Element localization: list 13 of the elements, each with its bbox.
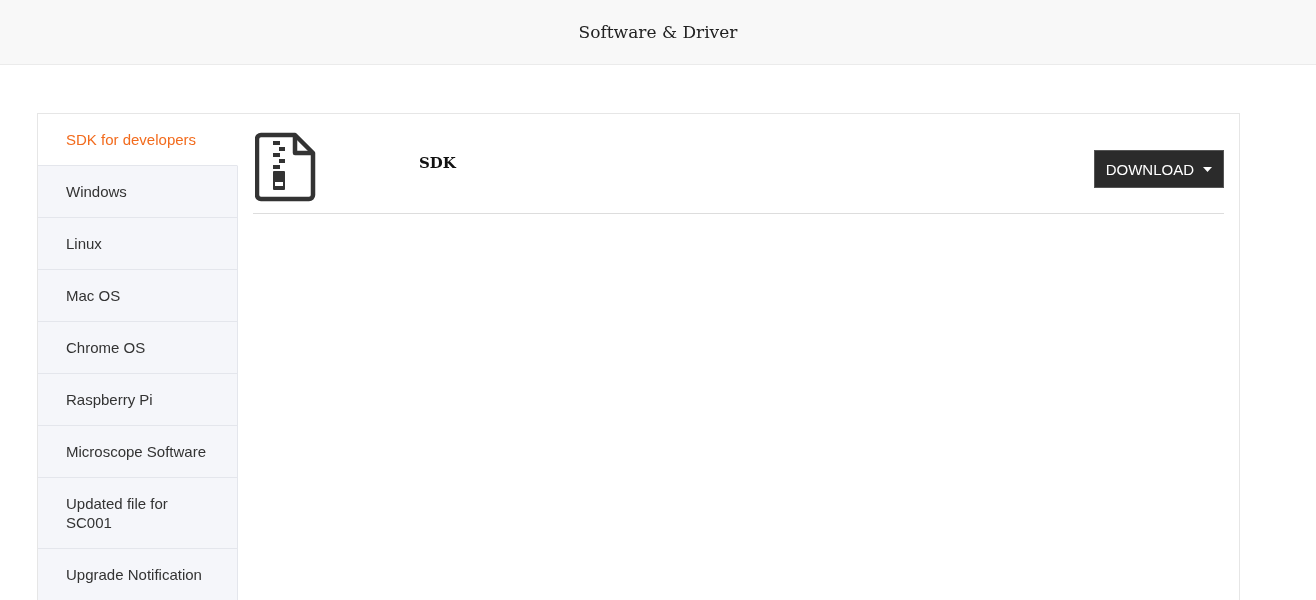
sidebar-item[interactable]: Windows: [38, 166, 238, 218]
sidebar-item[interactable]: Microscope Software: [38, 426, 238, 478]
sidebar-item[interactable]: Updated file for SC001: [38, 478, 238, 549]
sidebar-item[interactable]: Raspberry Pi: [38, 374, 238, 426]
sidebar-item[interactable]: Linux: [38, 218, 238, 270]
page-title: Software & Driver: [578, 22, 738, 42]
sidebar-item[interactable]: Upgrade Notification: [38, 549, 238, 600]
zip-file-icon: [255, 132, 317, 202]
file-name: SDK: [419, 154, 458, 172]
sidebar-item[interactable]: Mac OS: [38, 270, 238, 322]
download-button[interactable]: DOWNLOAD: [1093, 150, 1224, 188]
caret-icon: [1203, 166, 1212, 172]
sidebar-item[interactable]: Chrome OS: [38, 322, 238, 374]
